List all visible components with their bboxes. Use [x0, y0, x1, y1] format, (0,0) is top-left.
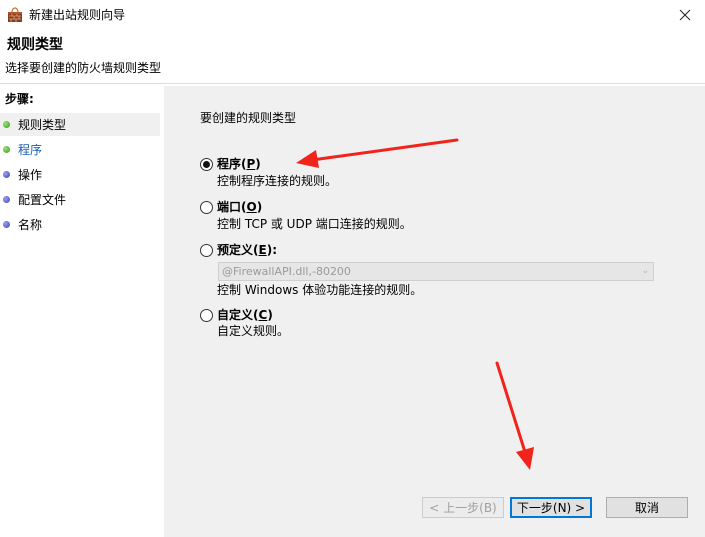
title-bar: 新建出站规则向导: [0, 0, 705, 30]
radio-predefined[interactable]: 预定义(E):: [200, 243, 277, 257]
radio-button[interactable]: [200, 308, 213, 322]
step-status-icon: [3, 221, 10, 228]
radio-button[interactable]: [200, 243, 213, 257]
cancel-button[interactable]: 取消: [606, 497, 688, 518]
window-title: 新建出站规则向导: [29, 8, 126, 22]
page-subtitle: 选择要创建的防火墙规则类型: [5, 61, 162, 75]
firewall-app-icon: [8, 7, 22, 22]
step-status-icon: [3, 171, 10, 178]
next-button[interactable]: 下一步(N) >: [510, 497, 592, 518]
sidebar-item-profile[interactable]: 配置文件: [0, 188, 160, 211]
sidebar-item-label: 操作: [18, 167, 43, 182]
radio-custom[interactable]: 自定义(C): [200, 308, 273, 322]
close-icon: [679, 9, 691, 21]
port-description: 控制 TCP 或 UDP 端口连接的规则。: [217, 217, 412, 231]
step-status-icon: [3, 196, 10, 203]
radio-custom-label: 自定义(C): [217, 308, 273, 322]
sidebar-item-name[interactable]: 名称: [0, 213, 160, 236]
sidebar-item-label: 名称: [18, 217, 43, 232]
steps-sidebar: 步骤: 规则类型 程序 操作 配置文件 名称: [0, 86, 162, 537]
step-status-icon: [3, 121, 10, 128]
sidebar-item-label: 规则类型: [18, 117, 67, 132]
radio-port[interactable]: 端口(O): [200, 200, 262, 214]
close-button[interactable]: [665, 0, 705, 30]
sidebar-item-rule-type[interactable]: 规则类型: [0, 113, 160, 136]
radio-predefined-label: 预定义(E):: [217, 243, 277, 257]
sidebar-item-label: 配置文件: [18, 192, 67, 207]
predefined-rule-value: @FirewallAPI.dll,-80200: [222, 265, 351, 278]
custom-description: 自定义规则。: [217, 324, 290, 338]
step-status-icon: [3, 146, 10, 153]
wizard-content: 要创建的规则类型 程序(P) 控制程序连接的规则。 端口(O) 控制 TCP 或…: [164, 86, 705, 537]
radio-button[interactable]: [200, 200, 213, 214]
sidebar-item-action[interactable]: 操作: [0, 163, 160, 186]
program-description: 控制程序连接的规则。: [217, 174, 338, 188]
chevron-down-icon: ⌄: [641, 266, 649, 276]
sidebar-item-label: 程序: [18, 142, 43, 157]
rule-type-prompt: 要创建的规则类型: [200, 111, 297, 125]
page-title: 规则类型: [7, 37, 63, 53]
radio-button-checked[interactable]: [200, 157, 213, 171]
radio-program-label: 程序(P): [217, 157, 261, 171]
predefined-rule-select[interactable]: @FirewallAPI.dll,-80200 ⌄: [218, 262, 654, 281]
radio-program[interactable]: 程序(P): [200, 157, 261, 171]
predefined-description: 控制 Windows 体验功能连接的规则。: [217, 283, 423, 297]
back-button[interactable]: < 上一步(B): [422, 497, 504, 518]
radio-port-label: 端口(O): [217, 200, 263, 214]
wizard-header: 规则类型 选择要创建的防火墙规则类型: [0, 30, 705, 84]
sidebar-item-program[interactable]: 程序: [0, 138, 160, 161]
steps-label: 步骤:: [5, 92, 34, 106]
